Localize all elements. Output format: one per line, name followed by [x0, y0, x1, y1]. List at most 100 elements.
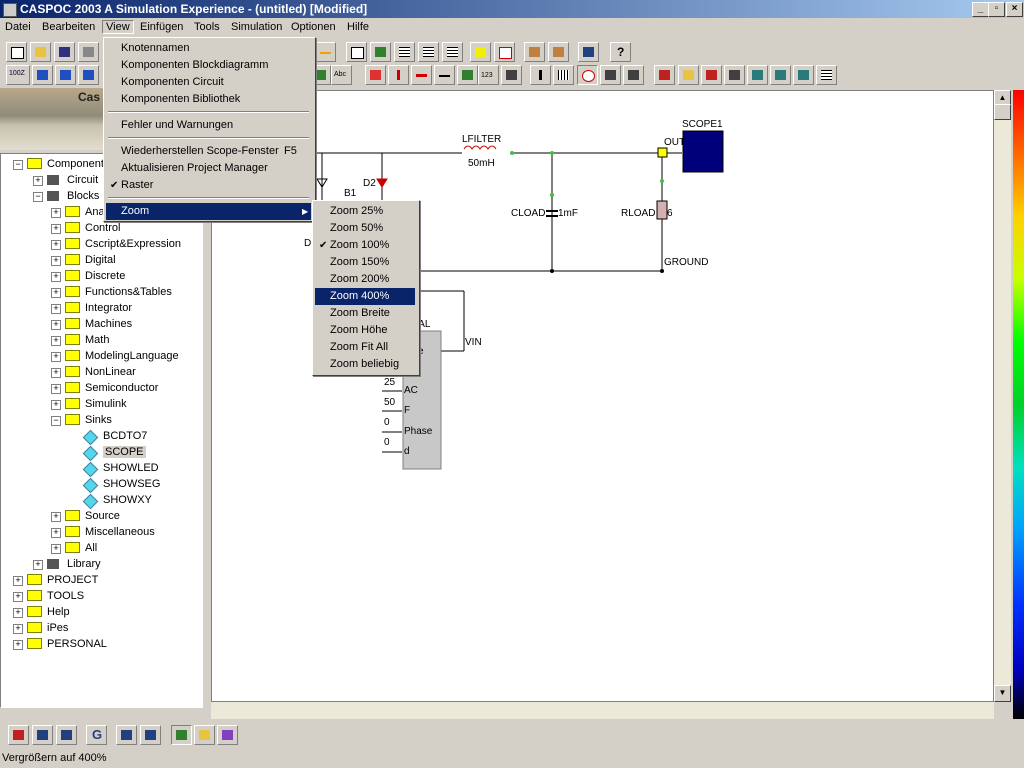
project-tree[interactable]: − Components + Circuit − Blocks + Ana + Control + C…	[0, 153, 203, 708]
expand-toggle-icon[interactable]: +	[51, 512, 61, 522]
expand-toggle-icon[interactable]: +	[51, 352, 61, 362]
zoom-item-zoombeliebig[interactable]: Zoom beliebig	[315, 356, 415, 373]
expand-toggle-icon[interactable]: +	[51, 336, 61, 346]
close-button[interactable]: ×	[1006, 2, 1023, 17]
view-menu-scope-fenster[interactable]: Wiederherstellen Scope-Fenster F5	[106, 143, 311, 160]
tree-item-machines[interactable]: + Machines	[1, 316, 201, 332]
tree-item-all[interactable]: + All	[1, 540, 201, 556]
menu-optionen[interactable]: Optionen	[291, 21, 336, 33]
menu-tools[interactable]: Tools	[194, 21, 220, 33]
view-menu-circuit[interactable]: Komponenten Circuit	[106, 74, 311, 91]
table-icon[interactable]	[816, 65, 837, 85]
zoom-item-zoom150[interactable]: Zoom 150%	[315, 254, 415, 271]
vertical-scrollbar[interactable]: ▲ ▼	[994, 90, 1011, 702]
move-icon[interactable]	[654, 65, 675, 85]
tree-item-project[interactable]: + PROJECT	[1, 572, 201, 588]
tree-item-tools[interactable]: + TOOLS	[1, 588, 201, 604]
expand-toggle-icon[interactable]: +	[13, 608, 23, 618]
tree-item-nonlinear[interactable]: + NonLinear	[1, 364, 201, 380]
menu-simulation[interactable]: Simulation	[231, 21, 282, 33]
expand-toggle-icon[interactable]: +	[51, 544, 61, 554]
zoom-fit-icon[interactable]	[32, 65, 53, 85]
grid-icon[interactable]	[553, 65, 574, 85]
level-icon[interactable]	[623, 65, 644, 85]
zoom-item-zoom50[interactable]: Zoom 50%	[315, 220, 415, 237]
number-icon[interactable]: 123	[478, 65, 499, 85]
scroll-down-button[interactable]: ▼	[994, 685, 1011, 702]
scroll-thumb[interactable]	[994, 104, 1011, 120]
zoom-item-zoom100[interactable]: ✔ Zoom 100%	[315, 237, 415, 254]
expand-toggle-icon[interactable]: +	[13, 592, 23, 602]
zoom-width-icon[interactable]	[55, 65, 76, 85]
zoom-item-zoom400[interactable]: Zoom 400%	[315, 288, 415, 305]
view-menu-zoom[interactable]: Zoom ▶	[106, 203, 311, 220]
tree-item-discrete[interactable]: + Discrete	[1, 268, 201, 284]
node-icon[interactable]	[388, 65, 409, 85]
tree-item-integrator[interactable]: + Integrator	[1, 300, 201, 316]
horizontal-scrollbar[interactable]	[211, 702, 994, 719]
expand-toggle-icon[interactable]: +	[51, 240, 61, 250]
connect-out-icon[interactable]	[494, 42, 515, 62]
align-icon[interactable]	[442, 42, 463, 62]
tree-item-ipes[interactable]: + iPes	[1, 620, 201, 636]
expand-toggle-icon[interactable]: +	[51, 304, 61, 314]
export-icon[interactable]	[548, 42, 569, 62]
sort-icon[interactable]	[724, 65, 745, 85]
expand-toggle-icon[interactable]: +	[51, 368, 61, 378]
expand-toggle-icon[interactable]: +	[51, 384, 61, 394]
expand-toggle-icon[interactable]: −	[13, 160, 23, 170]
menu-datei[interactable]: Datei	[5, 21, 31, 33]
view-menu-blockdiagramm[interactable]: Komponenten Blockdiagramm	[106, 57, 311, 74]
expand-toggle-icon[interactable]: +	[51, 208, 61, 218]
menu-bearbeiten[interactable]: Bearbeiten	[42, 21, 95, 33]
expand-toggle-icon[interactable]: +	[13, 576, 23, 586]
expand-toggle-icon[interactable]: +	[51, 400, 61, 410]
network-icon[interactable]	[578, 42, 599, 62]
zoom-item-zoombreite[interactable]: Zoom Breite	[315, 305, 415, 322]
schematic-canvas[interactable]: LFILTER 50mH SCOPE1 OUT CLOAD 1mF RLOAD …	[211, 90, 994, 702]
view-menu-knotennamen[interactable]: Knotennamen	[106, 40, 311, 57]
tree-item-sinks[interactable]: − Sinks	[1, 412, 201, 428]
text-icon[interactable]: Abc	[331, 65, 352, 85]
tree-item-modelinglanguage[interactable]: + ModelingLanguage	[1, 348, 201, 364]
expand-toggle-icon[interactable]: +	[51, 272, 61, 282]
print-icon[interactable]	[78, 42, 99, 62]
image-icon[interactable]	[171, 725, 192, 745]
connect-in-icon[interactable]	[470, 42, 491, 62]
expand-toggle-icon[interactable]: −	[51, 416, 61, 426]
tree-item-scope[interactable]: SCOPE	[1, 444, 201, 462]
simulate-icon[interactable]	[701, 65, 722, 85]
expand-toggle-icon[interactable]: +	[13, 624, 23, 634]
open-folder-icon[interactable]	[30, 42, 51, 62]
chip-icon-2[interactable]	[770, 65, 791, 85]
expand-toggle-icon[interactable]: +	[51, 320, 61, 330]
hand-icon[interactable]	[346, 42, 367, 62]
junction-icon[interactable]	[530, 65, 551, 85]
tree-item-math[interactable]: + Math	[1, 332, 201, 348]
folder-open-icon[interactable]	[194, 725, 215, 745]
tree-item-source[interactable]: + Source	[1, 508, 201, 524]
tree-item-showled[interactable]: SHOWLED	[1, 460, 201, 478]
tree-item-digital[interactable]: + Digital	[1, 252, 201, 268]
tree-item-semiconductor[interactable]: + Semiconductor	[1, 380, 201, 396]
settings-icon[interactable]	[678, 65, 699, 85]
properties-icon[interactable]	[418, 42, 439, 62]
view-menu-fehler[interactable]: Fehler und Warnungen	[106, 117, 311, 134]
save-icon[interactable]	[54, 42, 75, 62]
paint-icon[interactable]	[600, 65, 621, 85]
zoom-item-zoomhhe[interactable]: Zoom Höhe	[315, 322, 415, 339]
menu-einfuegen[interactable]: Einfügen	[140, 21, 183, 33]
view-menu-project-manager[interactable]: Aktualisieren Project Manager	[106, 160, 311, 177]
arrow-icon[interactable]	[411, 65, 432, 85]
zoom-item-zoom25[interactable]: Zoom 25%	[315, 203, 415, 220]
tree-item-simulink[interactable]: + Simulink	[1, 396, 201, 412]
minimize-button[interactable]: _	[972, 2, 989, 17]
expand-toggle-icon[interactable]: +	[51, 528, 61, 538]
menu-hilfe[interactable]: Hilfe	[347, 21, 369, 33]
tree-item-miscellaneous[interactable]: + Miscellaneous	[1, 524, 201, 540]
clock-icon[interactable]	[577, 65, 598, 85]
app-icon[interactable]	[3, 3, 17, 17]
project-icon[interactable]	[8, 725, 29, 745]
new-file-icon[interactable]	[6, 42, 27, 62]
pointer-icon[interactable]	[370, 42, 391, 62]
